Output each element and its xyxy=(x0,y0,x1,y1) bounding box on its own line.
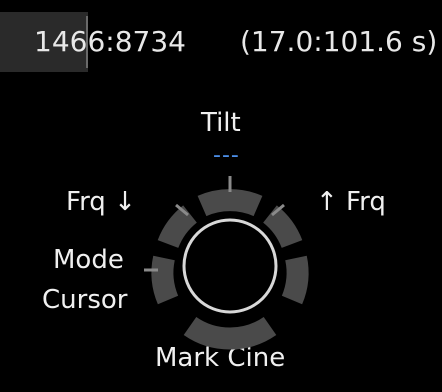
knob-segment-bottom xyxy=(183,316,277,350)
knob-segment-top xyxy=(197,189,263,217)
knob-segment-upper-left xyxy=(157,205,198,249)
knob-segment-upper-right xyxy=(262,205,303,249)
rotary-knob-control[interactable] xyxy=(0,0,442,392)
knob-segment-left xyxy=(151,255,179,305)
knob-segment-right xyxy=(281,255,309,305)
knob-inner-ring xyxy=(182,218,278,314)
